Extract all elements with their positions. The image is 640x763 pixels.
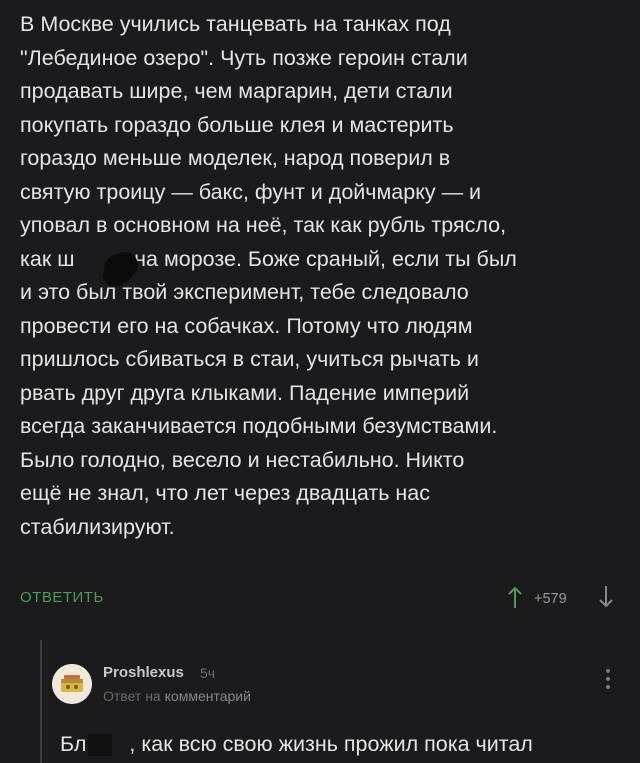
more-vertical-icon[interactable] — [600, 666, 616, 694]
reply-to-link[interactable]: комментарий — [165, 688, 251, 704]
reply-to-prefix: Ответ на — [103, 688, 161, 704]
reply-censor-bar — [88, 734, 112, 756]
arrow-down-icon[interactable] — [594, 584, 618, 610]
rating-count: +579 — [534, 591, 567, 607]
censor-blot — [104, 254, 134, 284]
comment-actions: ОТВЕТИТЬ +579 — [20, 584, 620, 614]
reply-button[interactable]: ОТВЕТИТЬ — [20, 589, 104, 606]
avatar-icon[interactable] — [52, 664, 92, 704]
reply-time: 5ч — [200, 665, 216, 681]
thread-line — [40, 640, 42, 763]
arrow-up-icon[interactable] — [503, 584, 527, 610]
reply-username[interactable]: Proshlexus — [103, 664, 184, 681]
reply-to-line: Ответ на комментарий — [103, 688, 251, 704]
reply-text: Бл , как всю свою жизнь прожил пока чита… — [60, 732, 533, 756]
